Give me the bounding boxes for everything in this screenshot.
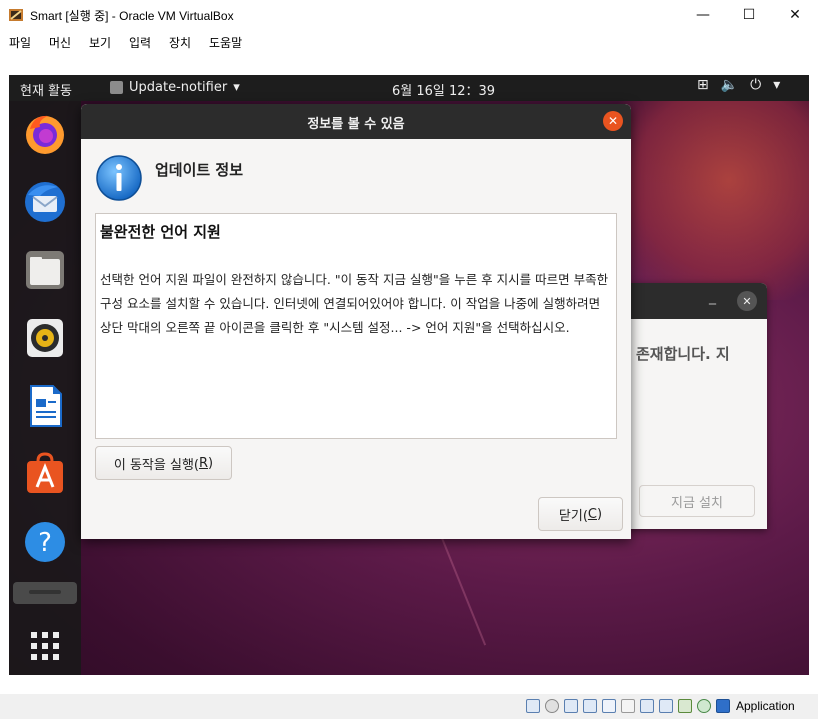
audio-icon[interactable] [564,699,578,713]
menu-devices[interactable]: 장치 [169,34,191,51]
close-button-mnemonic: C [587,506,597,522]
system-tray[interactable]: ⊞ 🔈 ⏻ ▾ [697,77,780,93]
background-dialog-text: 존재합니다. 지 [636,345,730,363]
maximize-button[interactable]: ☐ [726,0,772,30]
menu-view[interactable]: 보기 [89,34,111,51]
dialog-header: 정보를 볼 수 있음 ✕ [81,104,631,139]
wallpaper-glow [609,100,809,300]
host-key-label: Application [736,699,795,713]
close-button-label-end: ) [597,506,603,522]
dialog-heading: 업데이트 정보 [155,161,244,179]
info-icon [96,155,142,201]
dock-firefox[interactable] [19,108,71,160]
menu-machine[interactable]: 머신 [49,34,71,51]
show-applications-button[interactable] [19,620,71,672]
chevron-down-icon[interactable]: ▾ [773,77,780,93]
rhythmbox-icon [27,319,63,357]
cpu-icon[interactable] [678,699,692,713]
content-title: 불완전한 언어 지원 [100,223,221,241]
close-dialog-button[interactable]: 닫기(C) [538,497,623,531]
run-action-button[interactable]: 이 동작을 실행(R) [95,446,232,480]
dock-help[interactable]: ? [19,516,71,568]
dock: ? [9,101,81,675]
usb-icon[interactable] [602,699,616,713]
vbox-statusbar: Application [0,694,818,719]
power-icon[interactable]: ⏻ [750,77,761,93]
info-dialog: 정보를 볼 수 있음 ✕ 업데이트 정보 불완전한 언어 지원 선택한 언어 지… [81,104,631,539]
libreoffice-writer-icon [30,385,62,427]
minimize-icon[interactable]: _ [709,289,716,305]
run-button-mnemonic: R [198,455,209,471]
background-dialog[interactable]: _ ✕ 존재합니다. 지 지금 설치 [609,283,767,529]
ubuntu-software-icon [27,452,63,493]
close-icon[interactable]: ✕ [737,291,757,311]
window-title: Smart [실행 중] - Oracle VM VirtualBox [30,9,234,23]
thunderbird-icon [25,182,65,222]
app-grid-icon [31,632,59,660]
optical-drive-icon[interactable] [545,699,559,713]
virtualbox-app-icon [9,9,23,21]
run-button-label: 이 동작을 실행( [113,457,199,473]
dock-thunderbird[interactable] [19,176,71,228]
gnome-top-bar: 현재 활동 Update-notifier ▾ 6월 16일 12：39 ⊞ 🔈… [9,75,809,101]
menubar: 파일 머신 보기 입력 장치 도움말 [0,30,818,54]
content-body: 선택한 언어 지원 파일이 완전하지 않습니다. "이 동작 지금 실행"을 누… [100,272,609,335]
app-menu[interactable]: Update-notifier ▾ [110,80,240,95]
chevron-down-icon: ▾ [233,80,240,95]
app-menu-label: Update-notifier [129,80,228,95]
info-text-area[interactable]: 불완전한 언어 지원 선택한 언어 지원 파일이 완전하지 않습니다. "이 동… [95,213,617,439]
close-window-button[interactable]: ✕ [772,0,818,30]
dock-rhythmbox[interactable] [19,312,71,364]
install-now-button[interactable]: 지금 설치 [639,485,755,517]
host-key-icon[interactable] [716,699,730,713]
close-icon[interactable]: ✕ [603,111,623,131]
menu-file[interactable]: 파일 [9,34,31,51]
run-button-label-end: ) [208,455,214,471]
clock[interactable]: 6월 16일 12：39 [392,80,495,99]
mouse-integration-icon[interactable] [697,699,711,713]
activities-button[interactable]: 현재 활동 [20,80,72,99]
dock-software[interactable] [19,448,71,500]
network-icon[interactable]: ⊞ [697,77,709,93]
minimize-button[interactable]: — [680,0,726,30]
dialog-title: 정보를 볼 수 있음 [307,117,405,132]
menu-help[interactable]: 도움말 [209,34,242,51]
menu-input[interactable]: 입력 [129,34,151,51]
files-icon [26,251,64,289]
dock-writer[interactable] [19,380,71,432]
window-titlebar: Smart [실행 중] - Oracle VM VirtualBox — ☐ … [0,0,818,30]
dock-trash[interactable] [13,582,77,604]
guest-screen[interactable]: 현재 활동 Update-notifier ▾ 6월 16일 12：39 ⊞ 🔈… [9,75,809,675]
display-icon[interactable] [640,699,654,713]
dock-files[interactable] [19,244,71,296]
svg-text:?: ? [38,528,52,558]
help-icon: ? [25,522,65,562]
volume-icon[interactable]: 🔈 [721,77,738,93]
video-capture-icon[interactable] [659,699,673,713]
network-adapter-icon[interactable] [583,699,597,713]
firefox-icon [26,115,64,154]
close-button-label: 닫기( [558,508,588,524]
shared-folder-icon[interactable] [621,699,635,713]
hard-disk-icon[interactable] [526,699,540,713]
background-dialog-header: _ ✕ [609,283,767,319]
app-menu-icon [110,81,123,94]
